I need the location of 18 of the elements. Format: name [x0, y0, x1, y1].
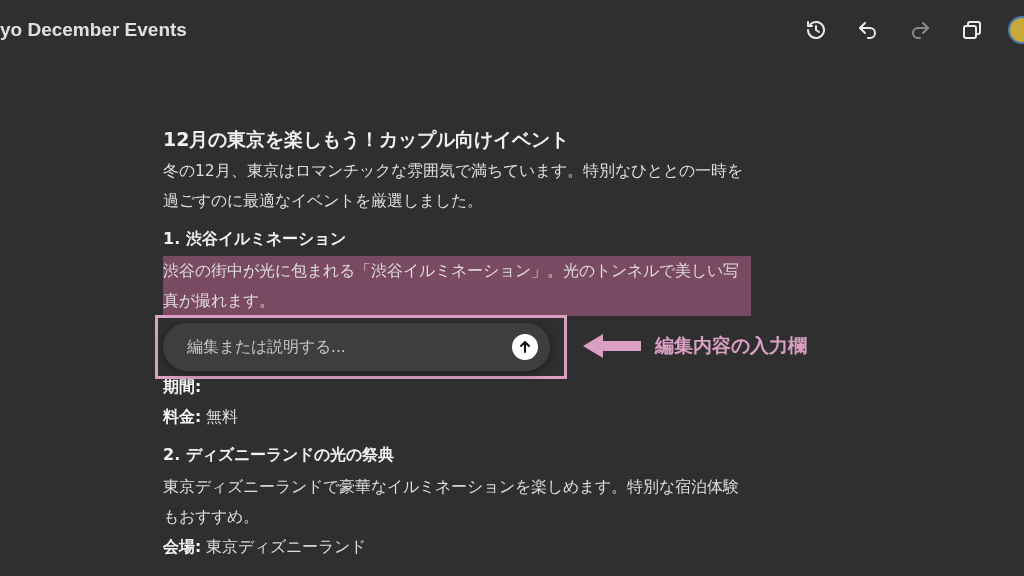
- left-arrow-icon: [583, 334, 641, 358]
- detail-line: 期間:: [163, 377, 203, 398]
- history-icon: [804, 18, 828, 42]
- annotation-label: 編集内容の入力欄: [655, 333, 807, 358]
- edit-popup[interactable]: 編集または説明する...: [163, 323, 550, 371]
- send-button[interactable]: [512, 334, 538, 360]
- document-title: yo December Events: [0, 19, 187, 41]
- section-description: 東京ディズニーランドで豪華なイルミネーションを楽しめます。特別な宿泊体験もおすすめ。: [163, 478, 739, 526]
- arrow-up-icon: [518, 340, 532, 354]
- section-heading: 2. ディズニーランドの光の祭典: [163, 444, 395, 466]
- detail-line: 料金: 無料: [163, 407, 240, 428]
- intro-paragraph: 冬の12月、東京はロマンチックな雰囲気で満ちています。特別なひととの一時を過ごすのに最適なイベントを厳選しました。: [163, 161, 744, 212]
- copy-icon: [960, 18, 984, 42]
- section-heading: 1. 渋谷イルミネーション: [163, 228, 347, 250]
- section-description: 渋谷の街中が光に包まれる「渋谷イルミネーション」。光のトンネルで美しい写真が撮れます。: [163, 256, 751, 316]
- edit-field[interactable]: 編集または説明する...: [185, 337, 512, 357]
- article-title: 12月の東京を楽しもう！カップル向けイベント: [163, 127, 571, 152]
- detail-line: 会場: 東京ディズニーランド: [163, 537, 368, 558]
